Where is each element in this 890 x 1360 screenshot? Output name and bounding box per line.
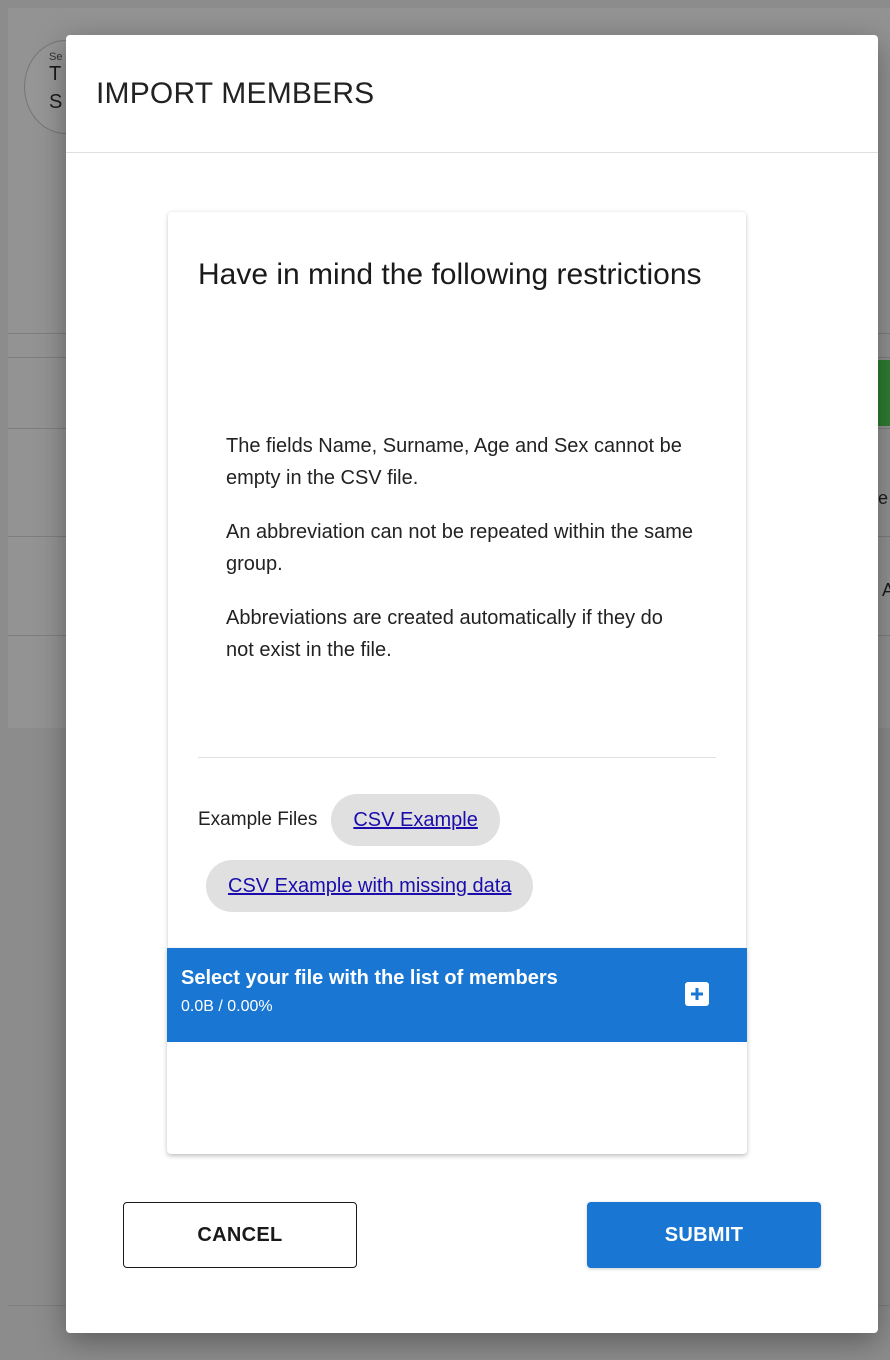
example-files: Example Files CSV Example CSV Example wi… [198,794,718,912]
background-green-button [878,360,890,426]
restrictions-list: The fields Name, Surname, Age and Sex ca… [226,430,696,688]
background-avatar-line1: T [49,63,62,85]
restriction-item: The fields Name, Surname, Age and Sex ca… [226,435,682,489]
file-upload-progress: 0.0B / 0.00% [181,998,273,1015]
restrictions-card: Have in mind the following restrictions … [168,212,746,950]
example-files-row: Example Files CSV Example [198,794,718,846]
background-text-fragment: A [882,580,890,600]
cancel-button[interactable]: CANCEL [123,1202,357,1268]
restrictions-divider [198,757,716,758]
file-select-title: Select your file with the list of member… [181,967,558,989]
file-select-header[interactable]: Select your file with the list of member… [167,948,747,1042]
example-files-row: CSV Example with missing data [198,846,718,912]
submit-button[interactable]: SUBMIT [587,1202,821,1268]
background-avatar-line2: S [49,91,63,113]
file-upload-panel: Select your file with the list of member… [167,948,747,1154]
restriction-item: Abbreviations are created automatically … [226,607,663,661]
dialog-title: IMPORT MEMBERS [96,76,375,110]
background-avatar-caption: Se [49,51,63,63]
import-members-dialog: IMPORT MEMBERS Have in mind the followin… [66,35,878,1333]
dialog-header: IMPORT MEMBERS [66,35,878,153]
background-text-fragment: e [878,488,889,508]
csv-example-missing-data-link[interactable]: CSV Example with missing data [206,860,534,912]
restrictions-title: Have in mind the following restrictions [198,258,702,291]
plus-box-icon[interactable] [685,982,709,1006]
csv-example-link[interactable]: CSV Example [331,794,500,846]
example-files-label: Example Files [198,809,318,830]
restriction-item: An abbreviation can not be repeated with… [226,521,693,575]
